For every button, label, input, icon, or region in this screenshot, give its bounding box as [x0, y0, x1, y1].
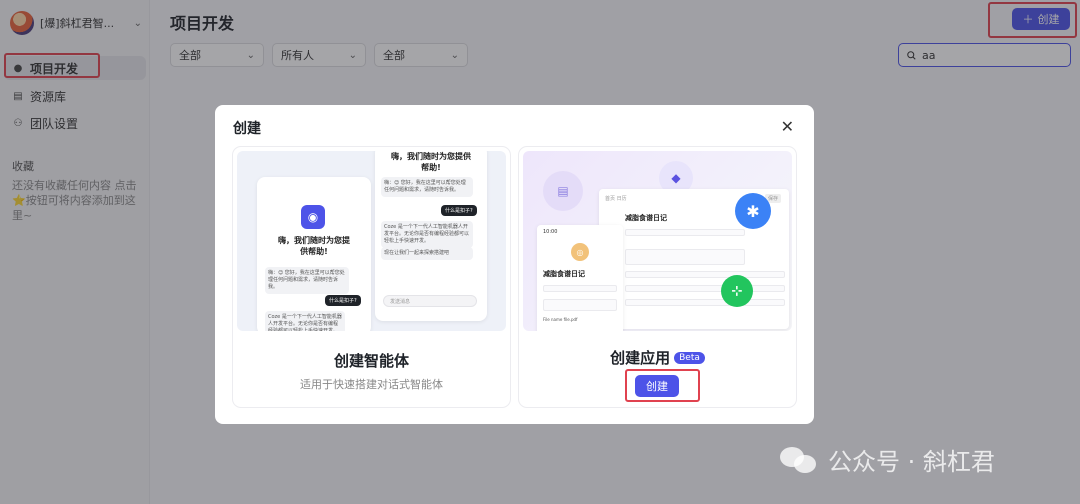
wechat-icon — [780, 445, 820, 475]
form-line — [625, 299, 785, 306]
form-line — [625, 229, 745, 236]
beta-badge: Beta — [674, 352, 705, 364]
file-name: File name file.pdf — [543, 317, 578, 322]
form-line — [625, 285, 785, 292]
watermark-text: 公众号 · 斜杠君 — [828, 448, 995, 476]
form-line — [625, 271, 785, 278]
chat-bubble: 现在让我们一起来探索搭建吧 — [381, 247, 473, 260]
chat-bubble: Coze 是一个下一代人工智能机器人开发平台。无论你是否有编程经验都可以轻松上手… — [381, 221, 473, 248]
form-line — [543, 285, 617, 292]
document-icon: ▤ — [543, 171, 583, 211]
create-agent-card[interactable]: ◉ 嗨，我们随时为您提供帮助! 嗨：😊 您好，我在这里可以帮您处理任何问题和需求… — [233, 147, 510, 407]
create-modal: 创建 ✕ ◉ 嗨，我们随时为您提供帮助! 嗨：😊 您好，我在这里可以帮您处理任何… — [215, 105, 814, 424]
modal-title: 创建 — [233, 121, 261, 137]
bot-logo-icon: ◉ — [301, 205, 325, 229]
chat-bubble: 嗨：😊 您好，我在这里可以帮您处理任何问题和需求，请随时告诉我。 — [265, 267, 349, 294]
food-icon: ◎ — [571, 243, 589, 261]
card-description: 适用于快速搭建对话式智能体 — [300, 378, 443, 391]
phone-time: 10:00 — [543, 229, 558, 235]
watermark: 公众号 · 斜杠君 — [780, 442, 995, 477]
phone-mock: ◉ 嗨，我们随时为您提供帮助! 嗨：😊 您好，我在这里可以帮您处理任何问题和需求… — [257, 177, 371, 331]
palette-icon: ✱ — [735, 193, 771, 229]
app-title: 减脂食谱日记 — [543, 270, 585, 278]
create-app-card[interactable]: ▤ ◆ 首页 日历 保存 减脂食谱日记 ✱ ⊹ 10:00 ◎ 减脂食谱日记 F… — [519, 147, 796, 407]
app-preview: ▤ ◆ 首页 日历 保存 减脂食谱日记 ✱ ⊹ 10:00 ◎ 减脂食谱日记 F… — [523, 151, 792, 331]
card-title: 创建智能体 — [333, 352, 409, 370]
phone-mock: 嗨，我们随时为您提供帮助! 嗨：😊 您好，我在这里可以帮您处理任何问题和需求，请… — [375, 151, 487, 321]
highlight-box — [625, 369, 700, 402]
agent-preview: ◉ 嗨，我们随时为您提供帮助! 嗨：😊 您好，我在这里可以帮您处理任何问题和需求… — [237, 151, 506, 331]
user-message: 什么是扣子? — [441, 205, 477, 216]
user-message: 什么是扣子? — [325, 295, 361, 306]
chat-bubble: Coze 是一个下一代人工智能机器人开发平台。无论你是否有编程经验都可以轻松上手… — [265, 311, 345, 331]
app-nav: 首页 日历 — [605, 196, 627, 202]
card-title: 创建应用 Beta — [519, 347, 796, 368]
upload-box — [543, 299, 617, 311]
close-icon[interactable]: ✕ — [781, 117, 794, 136]
phone-mock: 10:00 ◎ 减脂食谱日记 File name file.pdf — [537, 225, 623, 331]
greeting-text: 嗨，我们随时为您提供帮助! — [278, 236, 350, 256]
upload-box — [625, 249, 745, 265]
message-input: 发送消息 — [383, 295, 477, 307]
network-icon: ⊹ — [721, 275, 753, 307]
app-title: 减脂食谱日记 — [625, 214, 667, 222]
greeting-text: 嗨，我们随时为您提供帮助! — [391, 152, 471, 172]
chat-bubble: 嗨：😊 您好，我在这里可以帮您处理任何问题和需求，请随时告诉我。 — [381, 177, 473, 197]
